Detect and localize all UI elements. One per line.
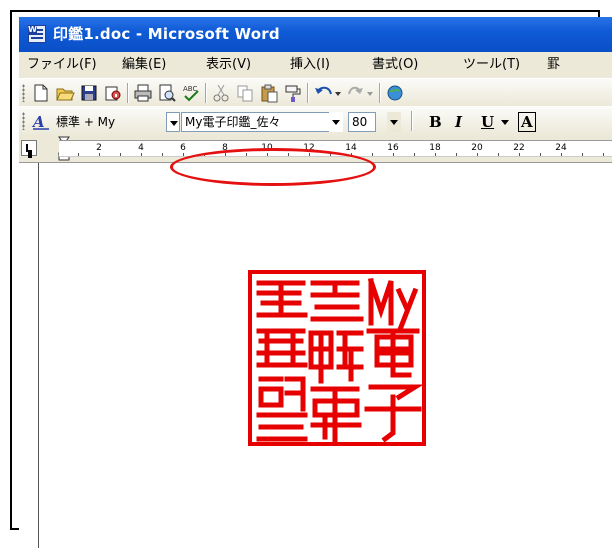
print-preview-icon[interactable] — [157, 83, 177, 103]
menu-format[interactable]: 書式(O) — [372, 52, 418, 78]
ruler-number: 24 — [555, 143, 567, 153]
open-icon[interactable] — [55, 83, 75, 103]
menu-tools[interactable]: ツール(T) — [463, 52, 520, 78]
print-icon[interactable] — [133, 83, 153, 103]
title-bar: 印鑑1.doc - Microsoft Word — [19, 17, 612, 52]
cut-icon[interactable] — [211, 83, 231, 103]
font-combo-highlight-annotation — [170, 148, 376, 186]
undo-icon[interactable] — [313, 83, 343, 103]
ruler-tick — [393, 153, 394, 156]
ruler-tick — [78, 153, 79, 156]
underline-button[interactable]: U — [481, 111, 494, 133]
styles-icon[interactable]: A — [31, 112, 51, 132]
italic-button[interactable]: I — [455, 111, 462, 133]
toolbar-separator — [205, 83, 207, 103]
toolbar-grip[interactable] — [22, 112, 25, 130]
ruler-tick — [414, 153, 415, 156]
bold-button[interactable]: B — [429, 111, 442, 133]
ruler-tick — [582, 153, 583, 156]
spelling-icon[interactable]: ABC — [181, 83, 201, 103]
menu-view[interactable]: 表示(V) — [206, 52, 251, 78]
redo-icon[interactable] — [345, 83, 375, 103]
ruler-tick — [99, 153, 100, 156]
ruler-tick — [372, 153, 373, 156]
ruler-tick — [477, 153, 478, 156]
menu-insert[interactable]: 挿入(I) — [290, 52, 330, 78]
format-painter-icon[interactable] — [283, 83, 303, 103]
tab-selector[interactable] — [21, 140, 37, 156]
menu-bar: ファイル(F) 編集(E) 表示(V) 挿入(I) 書式(O) ツール(T) 罫 — [19, 52, 612, 78]
ruler-number: 4 — [138, 143, 144, 153]
ruler-tick — [561, 153, 562, 156]
font-combo[interactable]: My電子印鑑_佐々 — [181, 112, 343, 132]
seal-stamp — [248, 270, 426, 446]
font-dropdown-arrow[interactable] — [329, 112, 343, 132]
ruler-tick — [162, 153, 163, 156]
page-left-border — [38, 163, 39, 548]
ruler-tick — [183, 153, 184, 156]
ruler-tick — [120, 153, 121, 156]
ruler-tick — [519, 153, 520, 156]
toolbar-separator — [307, 83, 309, 103]
menu-edit[interactable]: 編集(E) — [122, 52, 166, 78]
window-title: 印鑑1.doc - Microsoft Word — [53, 25, 280, 43]
word-window: 印鑑1.doc - Microsoft Word ファイル(F) 編集(E) 表… — [19, 17, 612, 548]
ruler-tick — [498, 153, 499, 156]
toolbar-separator — [379, 83, 381, 103]
ruler-tick — [435, 153, 436, 156]
new-icon[interactable] — [31, 83, 51, 103]
document-canvas[interactable] — [19, 162, 612, 538]
font-size-dropdown-arrow[interactable] — [387, 112, 401, 132]
underline-dropdown-arrow[interactable] — [498, 112, 512, 132]
ruler-tick — [603, 153, 604, 156]
standard-toolbar: ABC — [19, 78, 612, 106]
char-border-button[interactable]: A — [518, 112, 536, 132]
ruler-number: 20 — [471, 143, 483, 153]
ruler-number: 22 — [513, 143, 525, 153]
font-size-combo[interactable]: 80 — [348, 112, 376, 132]
toolbar-separator — [411, 111, 413, 131]
style-combo[interactable]: 標準 + My — [53, 112, 166, 132]
menu-file[interactable]: ファイル(F) — [27, 52, 97, 78]
save-icon[interactable] — [79, 83, 99, 103]
hyperlink-icon[interactable] — [385, 83, 405, 103]
toolbar-grip[interactable] — [22, 84, 25, 102]
paste-icon[interactable] — [259, 83, 279, 103]
ruler-number: 2 — [96, 143, 102, 153]
ruler-number: 16 — [387, 143, 399, 153]
ruler-number: 14 — [345, 143, 357, 153]
word-doc-icon[interactable] — [28, 25, 46, 43]
ruler-tick — [456, 153, 457, 156]
permission-icon[interactable] — [103, 83, 123, 103]
ruler-number: 6 — [180, 143, 186, 153]
style-dropdown-arrow[interactable] — [166, 112, 180, 132]
toolbar-separator — [127, 83, 129, 103]
ruler-tick — [141, 153, 142, 156]
copy-icon[interactable] — [235, 83, 255, 103]
ruler-number: 18 — [429, 143, 441, 153]
ruler-tick — [540, 153, 541, 156]
formatting-toolbar: A 標準 + My My電子印鑑_佐々 80 B I U A — [19, 106, 612, 136]
svg-text:ABC: ABC — [183, 85, 197, 93]
menu-table[interactable]: 罫 — [547, 52, 560, 78]
